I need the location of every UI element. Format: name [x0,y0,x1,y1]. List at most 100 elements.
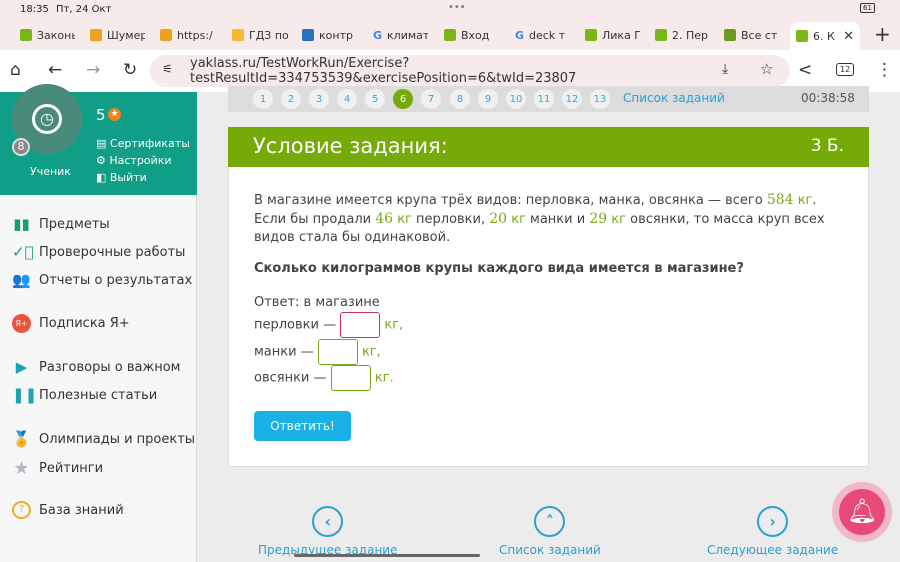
star-icon: ★ [13,458,30,479]
sidebar-item-knowledge-base[interactable]: ? База знаний [12,501,124,519]
menu-icon[interactable]: ⋮ [876,60,893,80]
medal-icon: 🏅 [12,430,31,448]
ovsyanka-input[interactable] [330,365,371,391]
new-tab-button[interactable]: + [874,22,891,46]
browser-tab[interactable]: Все ст [724,24,779,46]
home-icon[interactable]: ⌂ [10,60,21,80]
back-icon[interactable]: ← [48,60,62,80]
level-badge: 8 [12,138,30,156]
page-11[interactable]: 11 [534,89,554,109]
reload-icon[interactable]: ↻ [123,60,137,80]
clock-icon: ◷ [32,104,62,134]
number: 20 [489,211,508,227]
page-12[interactable]: 12 [562,89,582,109]
link-label: Сертификаты [109,137,190,150]
sidebar-item-subscription[interactable]: Я+ Подписка Я+ [12,314,130,333]
prev-task-button[interactable]: ‹ Предыдущее задание [258,506,398,557]
favicon-icon [302,29,314,41]
forward-icon[interactable]: → [86,60,100,80]
browser-tab[interactable]: контр [302,24,357,46]
share-icon[interactable]: < [798,60,812,80]
tab-count-button[interactable]: 12 [836,63,855,76]
unit: кг. [374,370,394,386]
tab-strip: Законы Шумер https:/ ГДЗ по контр Gклима… [0,20,900,50]
browser-tab[interactable]: https:/ [160,24,215,46]
browser-tab-active[interactable]: 6. К ✕ [790,22,860,50]
google-icon: G [373,28,383,42]
browser-tab[interactable]: 2. Пер [655,24,710,46]
sidebar-item-articles[interactable]: ❚❚ Полезные статьи [12,386,157,404]
number: 46 [375,211,394,227]
page-8[interactable]: 8 [450,89,470,109]
url-text: yaklass.ru/TestWorkRun/Exercise?testResu… [190,56,577,86]
logout-link[interactable]: ◧ Выйти [96,169,190,186]
task-title: Условие задания: [253,134,448,158]
page-9[interactable]: 9 [478,89,498,109]
submit-button[interactable]: Ответить! [254,411,351,441]
download-icon[interactable]: ⤓ [722,61,728,77]
ya-plus-icon: Я+ [12,314,31,333]
unit: кг, [362,344,381,360]
page-1[interactable]: 1 [253,89,273,109]
browser-tab[interactable]: Вход [444,24,499,46]
text: Если бы продали [254,212,376,227]
sidebar-item-reports[interactable]: 👥 Отчеты о результатах [12,271,192,289]
certificates-link[interactable]: ▤ Сертификаты [96,135,190,152]
timer: 00:38:58 [801,91,855,105]
bookmark-star-icon[interactable]: ☆ [760,60,773,78]
perlovka-input[interactable] [340,312,381,338]
task-header: Условие задания: 3 Б. [228,127,869,167]
battery-icon: 61 [860,3,875,13]
page-2[interactable]: 2 [281,89,301,109]
books-icon: ▮▮ [13,215,30,233]
sidebar-item-label: Подписка Я+ [39,316,130,331]
unit: кг [797,193,813,208]
page-3[interactable]: 3 [309,89,329,109]
browser-tab[interactable]: Gdeck т [515,24,565,46]
site-settings-icon[interactable]: ⚟ [162,62,173,76]
sidebar-item-tests[interactable]: ✓⃝ Проверочные работы [12,243,185,261]
browser-tab[interactable]: Шумер [90,24,145,46]
task-list-link[interactable]: Список заданий [623,91,725,105]
page-10[interactable]: 10 [506,89,526,109]
url-field[interactable]: ⚟ yaklass.ru/TestWorkRun/Exercise?testRe… [150,55,790,87]
manka-input[interactable] [317,339,358,365]
next-task-button[interactable]: › Следующее задание [707,506,838,557]
tab-label: Лика Г [602,28,640,42]
sidebar-item-olympiads[interactable]: 🏅 Олимпиады и проекты [12,430,195,448]
exercise-pager: 1 2 3 4 5 6 7 8 9 10 11 12 13 Список зад… [228,86,869,112]
settings-link[interactable]: ⚙ Настройки [96,152,190,169]
date: Пт, 24 Окт [56,4,112,15]
question-icon: ? [12,501,31,519]
page-7[interactable]: 7 [421,89,441,109]
sidebar-item-label: Проверочные работы [39,244,186,260]
row-label: манки — [254,344,314,360]
close-tab-icon[interactable]: ✕ [843,29,854,44]
tab-label: Шумер [107,28,145,42]
text: перловки, [411,212,490,227]
play-icon: ▶ [15,358,28,376]
sidebar-item-subjects[interactable]: ▮▮ Предметы [12,215,109,233]
browser-tab[interactable]: Законы [20,24,75,46]
unit: кг [397,212,412,227]
number: 584 [766,192,794,208]
clock: 18:35 [20,4,49,15]
answer-row-ovsyanka: овсянки — кг. [254,365,394,391]
browser-tab[interactable]: Gклимат [373,24,428,46]
home-indicator [294,554,480,557]
browser-tab[interactable]: Лика Г [585,24,640,46]
browser-tab[interactable]: ГДЗ по [232,24,292,46]
page-6-current[interactable]: 6 [393,89,413,109]
bell-icon: 🔔︎ [839,489,885,535]
page-13[interactable]: 13 [590,89,610,109]
page-5[interactable]: 5 [365,89,385,109]
row-label: перловки — [254,317,337,333]
sidebar-item-ratings[interactable]: ★ Рейтинги [12,458,103,479]
sidebar-item-talks[interactable]: ▶ Разговоры о важном [12,358,181,376]
page-4[interactable]: 4 [337,89,357,109]
nav-label: Следующее задание [707,543,839,557]
more-dots-icon: ••• [448,2,466,13]
task-list-button[interactable]: ˄ Список заданий [499,506,601,557]
answer-row-manka: манки — кг, [254,339,381,365]
notifications-button[interactable]: 🔔︎ [832,482,892,542]
